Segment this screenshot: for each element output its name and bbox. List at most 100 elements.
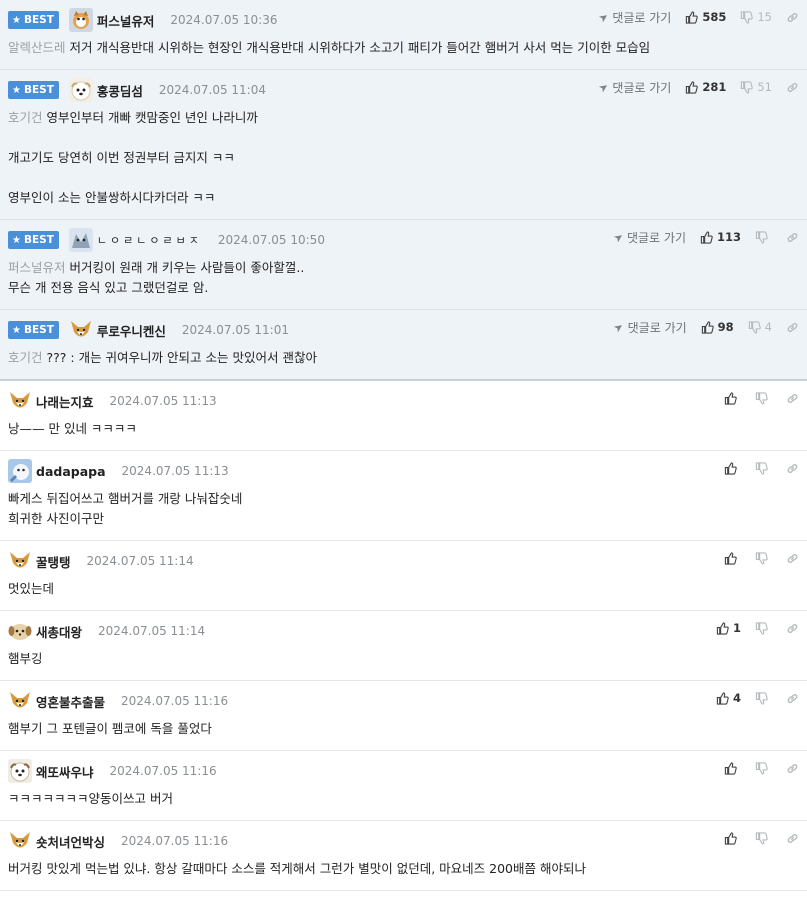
thumb-down-icon	[755, 461, 768, 475]
comment-date: 2024.07.05 10:50	[217, 233, 325, 247]
best-badge: ★ BEST	[8, 231, 59, 249]
link-icon[interactable]	[786, 622, 799, 635]
comment: 영혼불추출물 2024.07.05 11:16 4 햄부기 그 포텐글이 펨코에…	[0, 681, 807, 751]
comment-date: 2024.07.05 11:04	[158, 83, 266, 97]
thumb-up-icon	[701, 320, 714, 334]
nickname[interactable]: 새총대왕	[36, 622, 82, 641]
avatar[interactable]	[8, 829, 32, 853]
avatar[interactable]	[68, 318, 93, 342]
downvote-button[interactable]	[755, 761, 772, 775]
avatar[interactable]	[8, 459, 32, 483]
comment-date: 2024.07.05 11:13	[109, 394, 217, 408]
comment-date: 2024.07.05 11:01	[181, 323, 289, 337]
comment-date: 2024.07.05 11:13	[121, 464, 229, 478]
link-icon[interactable]	[786, 692, 799, 705]
downvote-button[interactable]	[755, 691, 772, 705]
downvote-button[interactable]: 4	[748, 320, 772, 334]
comment-date: 2024.07.05 11:16	[109, 764, 217, 778]
nickname[interactable]: 왜또싸우냐	[36, 762, 94, 781]
upvote-button[interactable]	[724, 391, 741, 405]
thumb-down-icon	[741, 10, 754, 24]
avatar[interactable]	[68, 228, 93, 252]
reply-link[interactable]: ➤ 댓글로 가기	[596, 9, 671, 26]
comment: 나래는지효 2024.07.05 11:13 낭—— 만 있네 ㅋㅋㅋㅋ	[0, 381, 807, 451]
comment-body: 햄부기 그 포텐글이 펨코에 독을 풀었다	[8, 721, 212, 736]
downvote-button[interactable]: 51	[740, 80, 772, 94]
reply-link[interactable]: ➤ 댓글로 가기	[596, 79, 671, 96]
thumb-up-icon	[686, 80, 699, 94]
downvote-button[interactable]: 15	[740, 10, 772, 24]
link-icon[interactable]	[786, 762, 799, 775]
best-comment: ★ BEST ㄴㅇㄹㄴㅇㄹㅂㅈ 2024.07.05 10:50 ➤ 댓글로 가기 …	[0, 220, 807, 310]
upvote-button[interactable]	[724, 461, 741, 475]
thumb-down-icon	[741, 80, 754, 94]
nickname[interactable]: 영혼불추출물	[36, 692, 105, 711]
reply-target[interactable]: 퍼스널유저	[8, 260, 66, 275]
upvote-button[interactable]	[724, 761, 741, 775]
avatar[interactable]	[8, 389, 32, 413]
thumb-up-icon	[724, 551, 737, 565]
reply-target[interactable]: 알렉산드레	[8, 40, 66, 55]
avatar[interactable]	[8, 619, 32, 643]
comment-date: 2024.07.05 10:36	[170, 13, 278, 27]
star-icon: ★	[12, 84, 21, 96]
upvote-count: 4	[732, 691, 741, 705]
downvote-count: 51	[757, 80, 772, 94]
star-icon: ★	[12, 234, 21, 246]
upvote-button[interactable]: 1	[716, 621, 741, 635]
upvote-button[interactable]: 98	[701, 320, 734, 334]
nickname[interactable]: 숏처녀언박싱	[36, 832, 105, 851]
upvote-button[interactable]: 281	[685, 80, 726, 94]
nickname[interactable]: ㄴㅇㄹㄴㅇㄹㅂㅈ	[97, 232, 202, 248]
avatar[interactable]	[8, 689, 32, 713]
upvote-count: 113	[716, 230, 741, 244]
nickname[interactable]: 나래는지효	[36, 392, 94, 411]
nickname[interactable]: dadapapa	[36, 464, 106, 479]
downvote-button[interactable]	[755, 230, 772, 244]
reply-link[interactable]: ➤ 댓글로 가기	[612, 319, 687, 336]
comment: 새총대왕 2024.07.05 11:14 1 햄부깅	[0, 611, 807, 681]
downvote-button[interactable]	[755, 621, 772, 635]
send-arrow-icon: ➤	[596, 9, 612, 25]
upvote-count: 1	[732, 621, 741, 635]
upvote-button[interactable]	[724, 551, 741, 565]
link-icon[interactable]	[786, 81, 799, 94]
upvote-button[interactable]: 4	[716, 691, 741, 705]
upvote-button[interactable]: 585	[685, 10, 726, 24]
link-icon[interactable]	[786, 462, 799, 475]
upvote-button[interactable]: 113	[700, 230, 741, 244]
downvote-button[interactable]	[755, 551, 772, 565]
reply-link[interactable]: ➤ 댓글로 가기	[610, 229, 686, 246]
thumb-down-icon	[755, 391, 768, 405]
link-icon[interactable]	[786, 321, 799, 334]
thumb-down-icon	[755, 831, 768, 845]
avatar[interactable]	[68, 8, 93, 32]
send-arrow-icon: ➤	[610, 229, 626, 245]
downvote-button[interactable]	[755, 461, 772, 475]
comment-body: 버거킹 맛있게 먹는법 있냐. 항상 갈때마다 소스를 적게해서 그런가 별맛이…	[8, 861, 586, 876]
link-icon[interactable]	[786, 832, 799, 845]
link-icon[interactable]	[786, 392, 799, 405]
best-comment: ★ BEST 퍼스널유저 2024.07.05 10:36 ➤ 댓글로 가기 585…	[0, 0, 807, 70]
link-icon[interactable]	[786, 11, 799, 24]
thumb-down-icon	[755, 691, 768, 705]
upvote-button[interactable]	[724, 831, 741, 845]
downvote-button[interactable]	[755, 831, 772, 845]
downvote-button[interactable]	[755, 391, 772, 405]
reply-target[interactable]: 호기건	[8, 110, 43, 125]
thumb-down-icon	[755, 761, 768, 775]
avatar[interactable]	[8, 549, 32, 573]
nickname[interactable]: 홍콩딤섬	[97, 81, 143, 100]
nickname[interactable]: 루로우니켄신	[97, 321, 166, 340]
nickname[interactable]: 꿀탱탱	[36, 552, 71, 571]
avatar[interactable]	[68, 78, 93, 102]
star-icon: ★	[12, 324, 21, 336]
link-icon[interactable]	[786, 552, 799, 565]
best-comment: ★ BEST 홍콩딤섬 2024.07.05 11:04 ➤ 댓글로 가기 281 …	[0, 70, 807, 220]
comment-body: 호기건 영부인부터 개빠 캣맘중인 년인 나라니까 개고기도 당연히 이번 정권부…	[8, 110, 258, 205]
nickname[interactable]: 퍼스널유저	[97, 11, 155, 30]
link-icon[interactable]	[786, 231, 799, 244]
avatar[interactable]	[8, 759, 32, 783]
reply-target[interactable]: 호기건	[8, 350, 43, 365]
comment-body: 빠게스 뒤집어쓰고 햄버거를 개랑 나눠잡숫네 희귀한 사진이구만	[8, 491, 243, 526]
